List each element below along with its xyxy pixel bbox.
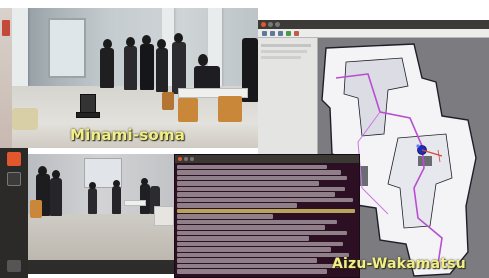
rviz-icon[interactable] — [7, 260, 21, 272]
panel-row — [261, 56, 301, 59]
terminal-line — [177, 230, 347, 236]
site-label-aizu-wakamatsu: Aizu-Wakamatsu — [332, 256, 466, 272]
terminal-line — [177, 241, 343, 247]
person-head — [126, 37, 135, 47]
person-standing — [156, 48, 168, 92]
table — [154, 206, 174, 226]
person-head — [141, 178, 148, 185]
chair — [30, 200, 42, 218]
person-standing — [112, 186, 121, 214]
rviz-toolbar — [258, 29, 489, 38]
person-head — [142, 35, 151, 45]
minimize-icon[interactable] — [184, 157, 188, 161]
person-head — [174, 33, 183, 43]
person-standing — [124, 46, 137, 90]
pose-estimate-icon[interactable] — [286, 31, 291, 36]
desktop-dock — [0, 148, 28, 278]
table — [124, 200, 146, 206]
chair — [162, 92, 174, 110]
poster-icon — [2, 20, 10, 36]
terminal-line — [177, 269, 327, 274]
person-standing — [100, 48, 114, 88]
screen-composite: Minami-soma Aizu-Wakamatsu — [0, 0, 489, 278]
camera-feed-minami-soma: Minami-soma — [12, 8, 258, 148]
rviz-titlebar — [258, 20, 489, 29]
person-head — [198, 54, 208, 66]
panel-row — [261, 50, 307, 53]
camera-status-bar — [28, 260, 174, 274]
person-standing — [140, 44, 154, 90]
chair — [218, 96, 242, 122]
terminal-line — [177, 263, 339, 269]
floor — [28, 214, 174, 260]
wall-window — [48, 18, 86, 78]
person-head — [38, 166, 47, 176]
person-head — [157, 39, 166, 49]
maximize-icon[interactable] — [275, 22, 280, 27]
robot-base — [76, 112, 100, 118]
terminal-line — [177, 165, 327, 170]
camera-feed-aizu-wakamatsu — [28, 154, 174, 274]
close-icon[interactable] — [261, 22, 266, 27]
terminal-line — [177, 225, 325, 230]
chair — [178, 98, 198, 122]
person-standing — [50, 178, 62, 216]
terminal-titlebar — [175, 155, 359, 163]
browser-icon[interactable] — [7, 152, 21, 166]
terminal-command-line — [177, 208, 355, 214]
terminal-line — [177, 181, 319, 186]
person-head — [52, 170, 60, 179]
terminal-line — [177, 252, 349, 258]
terminal-icon[interactable] — [7, 172, 21, 186]
maximize-icon[interactable] — [190, 157, 194, 161]
terminal-line — [177, 170, 341, 175]
terminal-line — [177, 219, 337, 225]
person-head — [113, 180, 120, 187]
person-head — [103, 39, 112, 49]
person-head — [89, 182, 96, 189]
person-standing — [88, 188, 97, 214]
terminal-line — [177, 186, 345, 192]
panel-row — [261, 44, 311, 47]
sofa — [12, 108, 38, 130]
terminal-line — [177, 214, 273, 219]
focus-camera-icon[interactable] — [278, 31, 283, 36]
terminal-line — [177, 175, 347, 181]
nav-goal-icon[interactable] — [294, 31, 299, 36]
terminal-line — [177, 258, 317, 263]
move-camera-icon[interactable] — [262, 31, 267, 36]
terminal-line — [177, 203, 297, 208]
close-icon[interactable] — [178, 157, 182, 161]
terminal-line — [177, 247, 331, 252]
terminal-line — [177, 197, 353, 203]
terminal-line — [177, 236, 309, 241]
terminal-line — [177, 192, 335, 197]
site-label-minami-soma: Minami-soma — [70, 126, 186, 144]
select-icon[interactable] — [270, 31, 275, 36]
minimize-icon[interactable] — [268, 22, 273, 27]
person-standing — [140, 184, 150, 214]
person-standing — [172, 42, 186, 94]
